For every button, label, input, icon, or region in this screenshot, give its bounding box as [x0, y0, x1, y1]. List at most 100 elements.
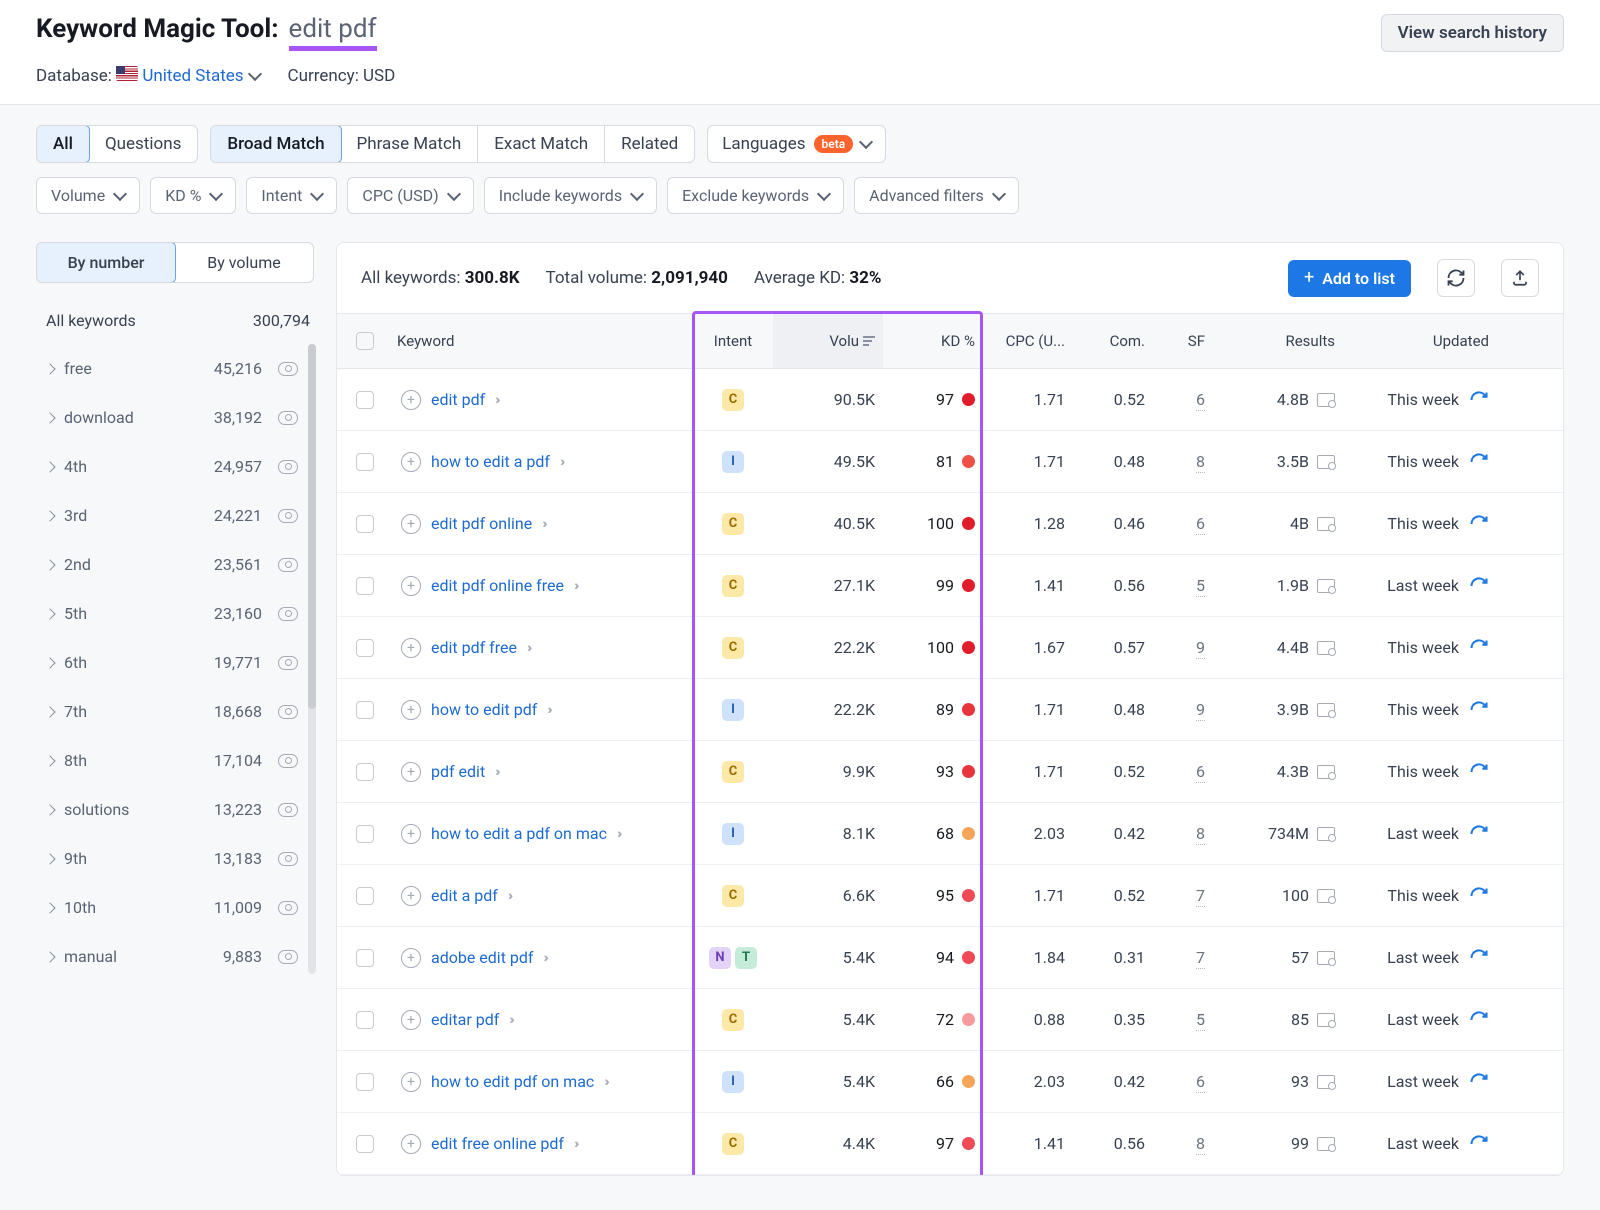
eye-icon[interactable] [278, 901, 298, 915]
row-checkbox[interactable] [356, 515, 374, 533]
add-keyword-icon[interactable]: + [401, 824, 421, 844]
keyword-link[interactable]: edit pdf online [431, 514, 532, 533]
serp-icon[interactable] [1317, 1013, 1335, 1027]
refresh-icon[interactable] [1469, 886, 1489, 906]
sidebar-item-10th[interactable]: 10th11,009 [36, 883, 314, 932]
filter-volume[interactable]: Volume [36, 177, 140, 214]
refresh-icon[interactable] [1469, 452, 1489, 472]
chevron-right-icon[interactable]: ›› [527, 640, 529, 656]
serp-icon[interactable] [1317, 827, 1335, 841]
refresh-icon[interactable] [1469, 1010, 1489, 1030]
row-checkbox[interactable] [356, 825, 374, 843]
chevron-right-icon[interactable]: ›› [495, 392, 497, 408]
tab-broad-match[interactable]: Broad Match [210, 125, 341, 163]
eye-icon[interactable] [278, 509, 298, 523]
chevron-right-icon[interactable]: ›› [542, 516, 544, 532]
sidebar-item-solutions[interactable]: solutions13,223 [36, 785, 314, 834]
eye-icon[interactable] [278, 607, 298, 621]
chevron-right-icon[interactable]: ›› [560, 454, 562, 470]
refresh-icon[interactable] [1469, 1072, 1489, 1092]
row-checkbox[interactable] [356, 1011, 374, 1029]
eye-icon[interactable] [278, 460, 298, 474]
add-keyword-icon[interactable]: + [401, 1072, 421, 1092]
add-keyword-icon[interactable]: + [401, 1134, 421, 1154]
col-sf[interactable]: SF [1153, 332, 1213, 350]
add-keyword-icon[interactable]: + [401, 1010, 421, 1030]
row-checkbox[interactable] [356, 577, 374, 595]
refresh-button[interactable] [1437, 259, 1475, 297]
sidebar-item-2nd[interactable]: 2nd23,561 [36, 540, 314, 589]
keyword-link[interactable]: how to edit pdf on mac [431, 1072, 594, 1091]
export-button[interactable] [1501, 259, 1539, 297]
col-updated[interactable]: Updated [1343, 332, 1503, 350]
add-keyword-icon[interactable]: + [401, 886, 421, 906]
serp-icon[interactable] [1317, 641, 1335, 655]
sidebar-item-4th[interactable]: 4th24,957 [36, 442, 314, 491]
add-keyword-icon[interactable]: + [401, 948, 421, 968]
refresh-icon[interactable] [1469, 948, 1489, 968]
sidebar-toggle-by-number[interactable]: By number [36, 242, 176, 283]
serp-icon[interactable] [1317, 1137, 1335, 1151]
refresh-icon[interactable] [1469, 390, 1489, 410]
refresh-icon[interactable] [1469, 1134, 1489, 1154]
add-keyword-icon[interactable]: + [401, 638, 421, 658]
filter-intent[interactable]: Intent [246, 177, 337, 214]
add-keyword-icon[interactable]: + [401, 452, 421, 472]
sidebar-scrollbar[interactable] [308, 344, 316, 974]
refresh-icon[interactable] [1469, 762, 1489, 782]
keyword-link[interactable]: how to edit pdf [431, 700, 537, 719]
col-com[interactable]: Com. [1073, 332, 1153, 350]
tab-related[interactable]: Related [605, 126, 694, 162]
filter-exclude-keywords[interactable]: Exclude keywords [667, 177, 844, 214]
serp-icon[interactable] [1317, 703, 1335, 717]
chevron-right-icon[interactable]: ›› [509, 1012, 511, 1028]
chevron-right-icon[interactable]: ›› [604, 1074, 606, 1090]
sidebar-item-7th[interactable]: 7th18,668 [36, 687, 314, 736]
sidebar-toggle-by-volume[interactable]: By volume [175, 243, 313, 282]
sidebar-item-8th[interactable]: 8th17,104 [36, 736, 314, 785]
filter-cpc-usd-[interactable]: CPC (USD) [347, 177, 473, 214]
add-keyword-icon[interactable]: + [401, 700, 421, 720]
tab-exact-match[interactable]: Exact Match [478, 126, 605, 162]
eye-icon[interactable] [278, 754, 298, 768]
serp-icon[interactable] [1317, 393, 1335, 407]
tab-phrase-match[interactable]: Phrase Match [341, 126, 479, 162]
serp-icon[interactable] [1317, 455, 1335, 469]
sidebar-item-download[interactable]: download38,192 [36, 393, 314, 442]
serp-icon[interactable] [1317, 889, 1335, 903]
filter-kd-[interactable]: KD % [150, 177, 236, 214]
serp-icon[interactable] [1317, 951, 1335, 965]
filter-advanced-filters[interactable]: Advanced filters [854, 177, 1019, 214]
refresh-icon[interactable] [1469, 576, 1489, 596]
serp-icon[interactable] [1317, 517, 1335, 531]
chevron-right-icon[interactable]: ›› [547, 702, 549, 718]
database-selector[interactable]: Database: United States [36, 66, 260, 86]
row-checkbox[interactable] [356, 453, 374, 471]
refresh-icon[interactable] [1469, 700, 1489, 720]
eye-icon[interactable] [278, 558, 298, 572]
serp-icon[interactable] [1317, 1075, 1335, 1089]
row-checkbox[interactable] [356, 763, 374, 781]
sidebar-item-manual[interactable]: manual9,883 [36, 932, 314, 981]
select-all-checkbox[interactable] [356, 332, 374, 350]
keyword-link[interactable]: adobe edit pdf [431, 948, 533, 967]
add-to-list-button[interactable]: +Add to list [1288, 260, 1411, 297]
eye-icon[interactable] [278, 656, 298, 670]
keyword-link[interactable]: edit pdf online free [431, 576, 564, 595]
chevron-right-icon[interactable]: ›› [495, 764, 497, 780]
keyword-link[interactable]: edit pdf [431, 390, 485, 409]
refresh-icon[interactable] [1469, 638, 1489, 658]
keyword-link[interactable]: edit free online pdf [431, 1134, 564, 1153]
row-checkbox[interactable] [356, 701, 374, 719]
serp-icon[interactable] [1317, 579, 1335, 593]
sidebar-item-free[interactable]: free45,216 [36, 344, 314, 393]
keyword-link[interactable]: how to edit a pdf on mac [431, 824, 607, 843]
row-checkbox[interactable] [356, 1135, 374, 1153]
sidebar-all-label[interactable]: All keywords [46, 311, 136, 330]
filter-include-keywords[interactable]: Include keywords [484, 177, 657, 214]
chevron-right-icon[interactable]: ›› [574, 1136, 576, 1152]
serp-icon[interactable] [1317, 765, 1335, 779]
eye-icon[interactable] [278, 950, 298, 964]
chevron-right-icon[interactable]: ›› [543, 950, 545, 966]
col-results[interactable]: Results [1213, 332, 1343, 350]
